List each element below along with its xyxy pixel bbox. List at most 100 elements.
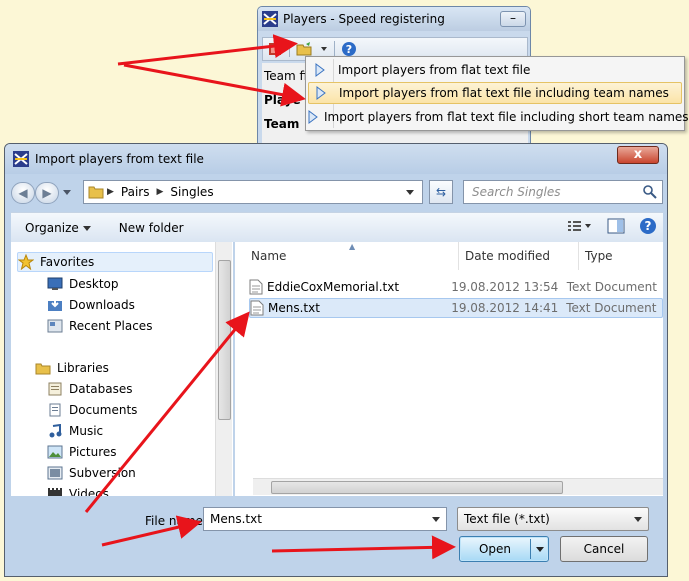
nav-music[interactable]: Music	[47, 421, 103, 441]
breadcrumb-singles[interactable]: Singles	[166, 185, 217, 199]
nav-recent-places[interactable]: Recent Places	[47, 316, 152, 336]
nav-subversion[interactable]: Subversion	[47, 463, 136, 483]
nav-libraries-label: Libraries	[57, 361, 109, 375]
minimize-button[interactable]: –	[500, 11, 526, 27]
book-icon[interactable]	[267, 41, 283, 57]
navigation-pane: Favorites Desktop Downloads Recent Place…	[11, 242, 233, 496]
file-name-input[interactable]: Mens.txt	[203, 507, 447, 531]
nav-pictures[interactable]: Pictures	[47, 442, 117, 462]
nav-desktop[interactable]: Desktop	[47, 274, 119, 294]
documents-icon	[47, 402, 63, 418]
file-name-cell: Mens.txt	[250, 300, 451, 316]
downloads-icon	[47, 297, 63, 313]
search-placeholder: Search Singles	[472, 185, 561, 199]
play-icon	[308, 63, 332, 77]
chevron-down-icon[interactable]	[320, 45, 328, 53]
file-date: 19.08.2012 14:41	[451, 301, 559, 315]
address-bar[interactable]: ▶ Pairs ▶ Singles	[83, 180, 423, 204]
back-button[interactable]: ◀	[11, 182, 35, 204]
column-header-date[interactable]: Date modified	[459, 242, 579, 270]
background-window-title: Players - Speed registering	[283, 12, 445, 26]
sort-ascending-icon: ▲	[349, 242, 356, 251]
nav-videos[interactable]: Videos	[47, 484, 109, 496]
subversion-icon	[47, 465, 63, 481]
column-header-type[interactable]: Type	[579, 242, 663, 270]
help-icon[interactable]: ?	[341, 41, 357, 57]
videos-icon	[47, 486, 63, 496]
preview-pane-icon	[607, 218, 625, 234]
command-bar: Organize New folder ?	[11, 212, 663, 242]
file-type: Text Document	[566, 301, 657, 315]
menu-item-label: Import players from flat text file inclu…	[324, 110, 689, 124]
nav-pictures-label: Pictures	[69, 445, 117, 459]
breadcrumb-pairs[interactable]: Pairs	[117, 185, 154, 199]
menu-item-import-team-names[interactable]: Import players from flat text file inclu…	[308, 82, 682, 104]
nav-favorites[interactable]: Favorites	[17, 252, 213, 272]
chevron-down-icon[interactable]	[536, 546, 544, 552]
breadcrumb-separator: ▶	[107, 187, 114, 197]
address-row: ◀ ▶ ▶ Pairs ▶ Singles ⇆ Search Singles	[11, 180, 663, 206]
help-button[interactable]: ?	[639, 217, 657, 238]
nav-documents-label: Documents	[69, 403, 138, 417]
file-date: 19.08.2012 13:54	[451, 280, 559, 294]
scroll-thumb[interactable]	[271, 481, 563, 494]
nav-videos-label: Videos	[69, 487, 109, 496]
menu-item-import-flat[interactable]: Import players from flat text file	[308, 59, 682, 81]
file-type-select[interactable]: Text file (*.txt)	[457, 507, 649, 531]
file-row[interactable]: EddieCoxMemorial.txt 19.08.2012 13:54 Te…	[249, 277, 663, 297]
refresh-icon: ⇆	[435, 185, 447, 199]
search-input[interactable]: Search Singles	[463, 180, 663, 204]
chevron-down-icon	[82, 225, 91, 231]
nav-downloads-label: Downloads	[69, 298, 135, 312]
refresh-button[interactable]: ⇆	[429, 180, 453, 204]
dialog-titlebar: Import players from text file	[5, 144, 667, 174]
nav-databases[interactable]: Databases	[47, 379, 133, 399]
file-list: Name ▲ Date modified Type EddieCoxMemori…	[235, 242, 663, 496]
scroll-thumb[interactable]	[218, 260, 231, 420]
pictures-icon	[47, 444, 63, 460]
import-menu: Import players from flat text file Impor…	[305, 56, 689, 131]
nav-recent-places-label: Recent Places	[69, 319, 153, 333]
toolbar-separator	[289, 41, 290, 57]
nav-documents[interactable]: Documents	[47, 400, 137, 420]
nav-downloads[interactable]: Downloads	[47, 295, 135, 315]
file-type-value: Text file (*.txt)	[464, 512, 550, 526]
close-button[interactable]: x	[617, 146, 659, 164]
nav-libraries[interactable]: Libraries	[35, 358, 109, 378]
file-row-selected[interactable]: Mens.txt 19.08.2012 14:41 Text Document	[249, 298, 663, 318]
star-icon	[18, 254, 34, 270]
play-icon	[308, 110, 318, 124]
file-type: Text Document	[566, 280, 657, 294]
dialog-title: Import players from text file	[35, 152, 204, 166]
library-folder-icon	[47, 381, 63, 397]
preview-pane-button[interactable]	[607, 218, 625, 237]
svg-text:?: ?	[346, 43, 352, 56]
toolbar-separator	[334, 41, 335, 57]
cancel-button[interactable]: Cancel	[560, 536, 648, 562]
menu-item-import-short-team-names[interactable]: Import players from flat text file inclu…	[308, 106, 689, 128]
file-list-hscrollbar[interactable]	[253, 478, 663, 495]
address-dropdown[interactable]	[406, 190, 414, 195]
open-file-dialog: Import players from text file x ◀ ▶ ▶ Pa…	[4, 143, 668, 577]
players-label: Playe	[264, 93, 301, 107]
app-icon	[13, 151, 29, 167]
file-name-cell: EddieCoxMemorial.txt	[249, 279, 451, 295]
nav-music-label: Music	[69, 424, 104, 438]
history-dropdown[interactable]	[63, 190, 71, 195]
details-view-icon	[568, 221, 591, 231]
new-folder-button[interactable]: New folder	[105, 221, 198, 235]
nav-favorites-label: Favorites	[40, 255, 95, 269]
forward-button[interactable]: ▶	[35, 182, 59, 204]
text-file-icon	[249, 279, 263, 295]
nav-subversion-label: Subversion	[69, 466, 136, 480]
menu-item-label: Import players from flat text file inclu…	[339, 86, 669, 100]
view-options-button[interactable]	[567, 219, 593, 236]
organize-button[interactable]: Organize	[11, 221, 105, 235]
play-icon	[309, 86, 333, 100]
chevron-down-icon[interactable]	[432, 517, 440, 522]
open-folder-icon[interactable]	[296, 41, 314, 57]
nav-scrollbar[interactable]	[215, 242, 232, 496]
view-controls: ?	[567, 217, 657, 238]
open-label: Open	[478, 542, 512, 556]
open-button[interactable]: Open	[459, 536, 549, 562]
